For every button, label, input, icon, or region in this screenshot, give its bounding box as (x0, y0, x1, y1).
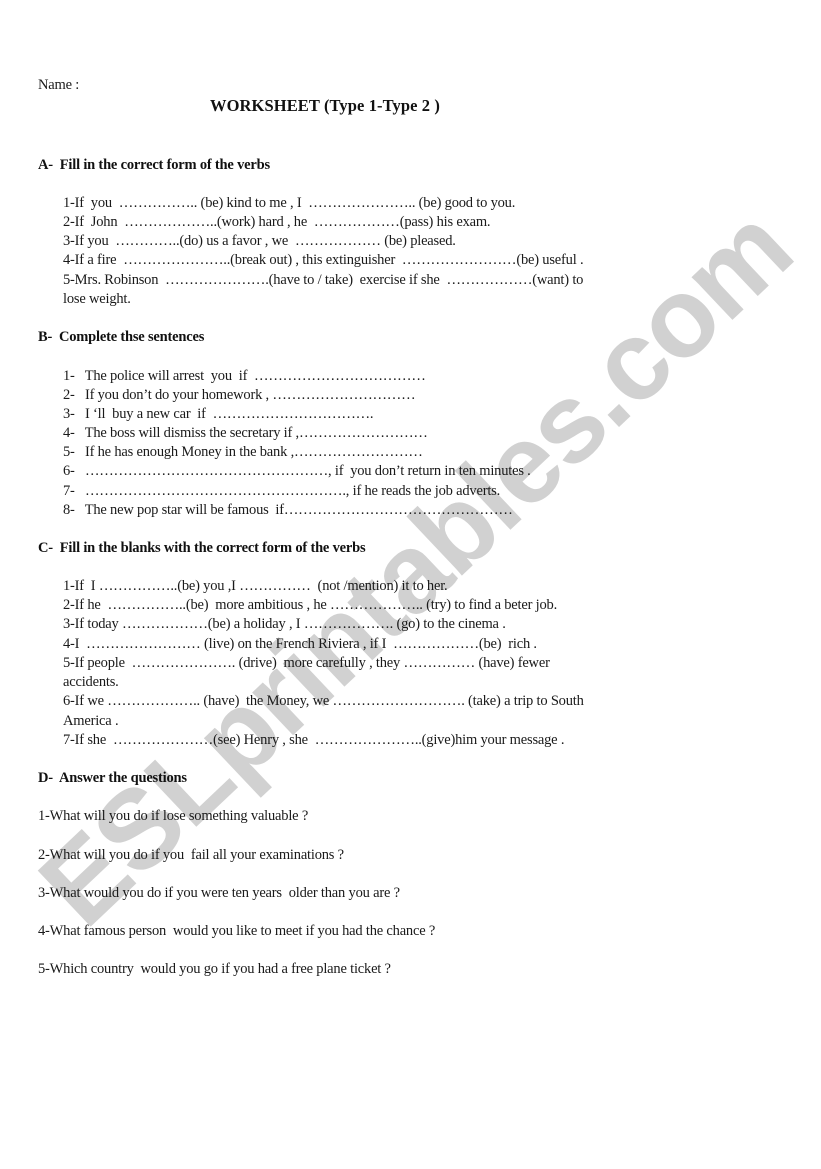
exercise-line: 4-If a fire …………………..(break out) , this … (63, 252, 584, 268)
section-a-heading: A- Fill in the correct form of the verbs (38, 157, 270, 173)
sentence-line: 5- If he has enough Money in the bank ,…… (63, 444, 423, 460)
sentence-line: 8- The new pop star will be famous if………… (63, 502, 513, 518)
worksheet-title: WORKSHEET (Type 1-Type 2 ) (210, 96, 440, 115)
section-b-heading: B- Complete thse sentences (38, 329, 205, 345)
sentence-line: 1- The police will arrest you if …………………… (63, 368, 426, 384)
question-line: 2-What will you do if you fail all your … (38, 847, 344, 863)
sentence-line: 2- If you don’t do your homework , ……………… (63, 387, 416, 403)
name-label: Name : (38, 77, 80, 93)
watermark: ESLprintables.com (15, 184, 815, 950)
sentence-line: 3- I ‘ll buy a new car if ……………………………. (63, 406, 374, 422)
exercise-line: 3-If today ………………(be) a holiday , I …………… (63, 616, 506, 632)
worksheet-page: ESLprintables.com Name : WORKSHEET (Type… (0, 0, 821, 1169)
question-line: 4-What famous person would you like to m… (38, 923, 436, 939)
exercise-line: 2-If John ………………..(work) hard , he ……………… (63, 214, 491, 230)
exercise-line: lose weight. (63, 291, 131, 307)
section-d-heading: D- Answer the questions (38, 770, 187, 786)
sentence-line: 7- ………………………………………………., if he reads the … (63, 483, 501, 499)
exercise-line: 4-I …………………… (live) on the French Rivier… (63, 636, 537, 652)
exercise-line: 1-If you …………….. (be) kind to me , I ………… (63, 195, 516, 211)
section-c-heading: C- Fill in the blanks with the correct f… (38, 540, 366, 556)
exercise-line: 2-If he ……………..(be) more ambitious , he … (63, 597, 558, 613)
question-line: 1-What will you do if lose something val… (38, 808, 309, 824)
exercise-line: 5-Mrs. Robinson ………………….(have to / take)… (63, 272, 584, 288)
exercise-line: 7-If she …………………(see) Henry , she ………………… (63, 732, 565, 748)
exercise-line: 1-If I ……………..(be) you ,I …………… (not /me… (63, 578, 448, 594)
exercise-line: 5-If people …………………. (drive) more carefu… (63, 655, 550, 671)
exercise-line: America . (63, 713, 119, 729)
exercise-line: 6-If we ……………….. (have) the Money, we ……… (63, 693, 584, 709)
question-line: 3-What would you do if you were ten year… (38, 885, 400, 901)
question-line: 5-Which country would you go if you had … (38, 961, 391, 977)
exercise-line: accidents. (63, 674, 119, 690)
sentence-line: 6- ……………………………………………, if you don’t retur… (63, 463, 531, 479)
sentence-line: 4- The boss will dismiss the secretary i… (63, 425, 428, 441)
exercise-line: 3-If you …………..(do) us a favor , we …………… (63, 233, 456, 249)
